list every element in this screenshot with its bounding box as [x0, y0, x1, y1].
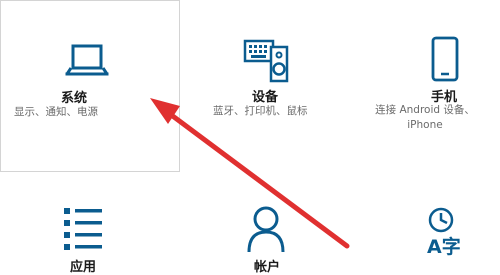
laptop-icon: [65, 44, 109, 76]
tile-desc: 显示、通知、电源: [14, 106, 98, 118]
time-language-glyph: A字: [427, 236, 461, 258]
keyboard-speaker-icon: [243, 39, 289, 83]
tile-desc: 蓝牙、打印机、鼠标: [213, 105, 308, 117]
tile-title: 系统: [61, 91, 88, 106]
tile-desc-line1: 连接 Android 设备、: [375, 104, 475, 116]
phone-icon: [431, 36, 459, 82]
tile-title: 设备: [252, 90, 279, 105]
tile-system[interactable]: 系统 显示、通知、电源: [0, 0, 180, 172]
tile-accounts[interactable]: 帐户: [185, 190, 335, 275]
person-icon: [247, 206, 285, 253]
tile-devices[interactable]: 设备 蓝牙、打印机、鼠标: [185, 0, 335, 172]
tile-desc-line2: iPhone: [407, 119, 443, 131]
tile-time-language[interactable]: A字: [345, 190, 500, 266]
list-icon: [64, 208, 102, 250]
tile-apps[interactable]: 应用: [0, 190, 180, 275]
tile-phone[interactable]: 手机 连接 Android 设备、 iPhone: [345, 0, 500, 172]
